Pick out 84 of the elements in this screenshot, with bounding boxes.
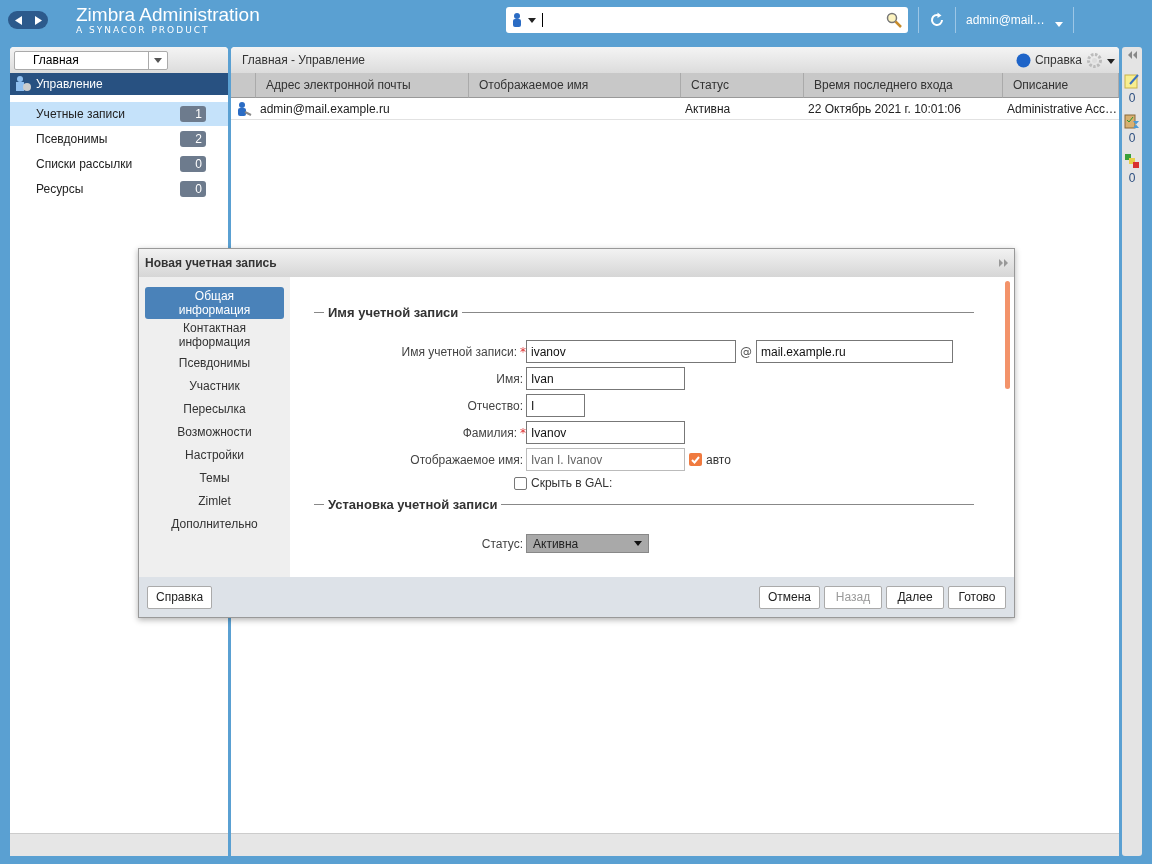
section-title: Установка учетной записи (328, 497, 498, 512)
column-header[interactable]: Отображаемое имя (469, 73, 681, 98)
help-icon (1015, 52, 1031, 68)
dialog-button[interactable]: Далее (886, 585, 944, 609)
search-icon[interactable] (886, 12, 902, 28)
panel-title: Главная - Управление (242, 53, 366, 67)
app-subtitle: A SYNACOR PRODUCT (76, 25, 211, 35)
input-field[interactable]: I (526, 394, 585, 417)
gear-icon[interactable] (1086, 51, 1103, 69)
colored-squares-icon[interactable] (1124, 153, 1140, 169)
dialog-button[interactable]: Отмена (758, 585, 820, 609)
column-header[interactable]: Описание (1003, 73, 1119, 98)
admin-icon (14, 76, 32, 92)
caret-icon (1107, 59, 1115, 64)
field-label: Фамилия: (462, 425, 518, 440)
dialog-nav-item[interactable]: Настройки (145, 443, 284, 466)
section-title: Имя учетной записи (328, 305, 459, 320)
task-hourglass-icon[interactable] (1124, 113, 1140, 129)
input-field[interactable]: Ivan (526, 367, 685, 390)
caret-icon[interactable] (1054, 21, 1063, 27)
table-cell: Administrative Acc… (1003, 98, 1119, 120)
field-label: Имя: (496, 371, 524, 386)
required-mark: * (520, 425, 526, 440)
input-field[interactable]: ivanov (526, 340, 736, 363)
dialog-nav-item[interactable]: Zimlet (145, 489, 284, 512)
domain-field[interactable]: mail.example.ru (756, 340, 953, 363)
scrollbar-thumb[interactable] (1005, 281, 1010, 389)
column-header[interactable]: Время последнего входа (804, 73, 1003, 98)
column-header[interactable]: Статус (681, 73, 804, 98)
dialog-nav-item[interactable]: Общая информация (145, 287, 284, 319)
search-field[interactable] (506, 7, 908, 33)
count-label: 0 (1128, 171, 1136, 185)
checkbox[interactable] (514, 476, 527, 490)
checkbox-label: авто (706, 452, 731, 467)
field-label: Отображаемое имя: (410, 452, 524, 467)
breadcrumb-dropdown[interactable]: Главная (14, 50, 168, 70)
collapse-icon[interactable] (1127, 51, 1137, 59)
sidebar-item[interactable]: Псевдонимы 2 (10, 127, 228, 151)
back-forward-buttons[interactable] (8, 11, 48, 29)
expand-icon[interactable] (999, 259, 1008, 267)
table-cell: Активна (681, 98, 804, 120)
count-label: 0 (1128, 91, 1136, 105)
checkbox-label: Скрыть в GAL: (531, 476, 613, 490)
section-header[interactable]: Управление (10, 73, 228, 95)
count-badge: 0 (180, 181, 206, 197)
dialog-nav-item[interactable]: Пересылка (145, 397, 284, 420)
help-button[interactable]: Справка (147, 585, 213, 609)
caret-icon (634, 541, 642, 546)
dialog-nav-item[interactable]: Возможности (145, 420, 284, 443)
field-label: Статус: (481, 536, 524, 551)
sidebar-item[interactable]: Ресурсы 0 (10, 177, 228, 201)
field-label: Имя учетной записи: (401, 344, 518, 359)
dialog-nav-item[interactable]: Темы (145, 466, 284, 489)
sidebar-item[interactable]: Учетные записи 1 (10, 102, 228, 126)
caret-icon (154, 57, 162, 63)
caret-icon (528, 17, 536, 23)
field-label: Отчество: (467, 398, 524, 413)
admin-user-icon (235, 100, 252, 117)
input-field[interactable]: Ivanov (526, 421, 685, 444)
count-label: 0 (1128, 131, 1136, 145)
dialog-nav-item[interactable]: Участник (145, 374, 284, 397)
refresh-icon[interactable] (929, 12, 945, 28)
at-sign: @ (740, 344, 752, 359)
table-cell: admin@mail.example.ru (256, 98, 469, 120)
count-badge: 1 (180, 106, 206, 122)
note-pencil-icon[interactable] (1124, 73, 1140, 89)
input-field[interactable]: Ivan I. Ivanov (526, 448, 685, 471)
dialog-nav-item[interactable]: Контактная информация (145, 319, 284, 351)
dialog-button[interactable]: Готово (948, 585, 1006, 609)
checkbox[interactable] (689, 453, 702, 466)
table-header (231, 73, 256, 98)
dialog-nav-item[interactable]: Дополнительно (145, 512, 284, 535)
status-dropdown[interactable]: Активна (526, 534, 649, 553)
sidebar-item[interactable]: Списки рассылки 0 (10, 152, 228, 176)
column-header[interactable]: Адрес электронной почты (256, 73, 469, 98)
dialog-title: Новая учетная запись (145, 256, 277, 270)
help-link[interactable]: Справка (1015, 52, 1082, 68)
count-badge: 2 (180, 131, 206, 147)
app-title: Zimbra Administration (76, 5, 261, 25)
count-badge: 0 (180, 156, 206, 172)
table-cell: 22 Октябрь 2021 г. 10:01:06 (804, 98, 1003, 120)
required-mark: * (520, 344, 526, 359)
dialog-nav-item[interactable]: Псевдонимы (145, 351, 284, 374)
user-icon (512, 13, 522, 27)
